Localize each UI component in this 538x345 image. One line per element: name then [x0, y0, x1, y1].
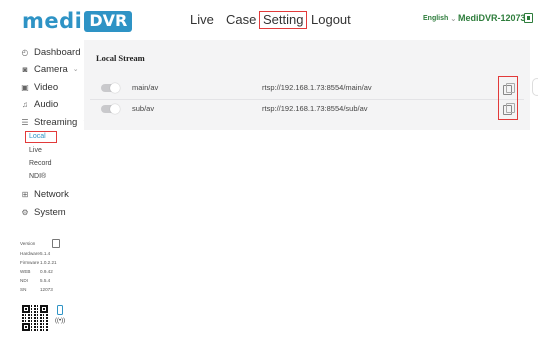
copy-icon[interactable] — [503, 83, 515, 95]
info-label: WEB — [20, 269, 31, 274]
info-value: 0.9.42 — [40, 269, 53, 274]
nav-case[interactable]: Case — [226, 11, 256, 29]
network-icon: ⊞ — [21, 189, 29, 199]
sidebar-item-streaming[interactable]: ☰ Streaming ⌃ — [20, 115, 88, 129]
sidebar-subitem-ndi[interactable]: NDI® — [29, 172, 46, 182]
local-stream-panel: Local Stream main/av rtsp://192.168.1.73… — [84, 40, 530, 130]
camera-icon: ◙ — [22, 64, 28, 74]
qr-corner — [22, 305, 30, 313]
sidebar-subitem-record[interactable]: Record — [29, 159, 52, 169]
top-bar: medi DVR Live Case Setting Logout Englis… — [0, 0, 538, 40]
chevron-down-icon[interactable]: ⌄ — [450, 14, 457, 23]
copy-icon[interactable] — [52, 239, 60, 248]
sidebar-item-label: Network — [34, 188, 69, 200]
sidebar-item-video[interactable]: ▣ Video — [20, 80, 58, 94]
info-label: Firmware — [20, 260, 40, 265]
stream-toggle[interactable] — [101, 104, 120, 114]
nav-live[interactable]: Live — [190, 11, 214, 29]
copy-highlight — [498, 76, 518, 120]
sidebar-item-label: Video — [34, 81, 59, 93]
qr-code-icon — [22, 305, 48, 331]
wireless-icon[interactable]: ((•)) — [55, 318, 65, 324]
stream-url: rtsp://192.168.1.73:8554/main/av — [262, 83, 372, 92]
stream-row: sub/av rtsp://192.168.1.73:8554/sub/av — [84, 100, 530, 120]
info-label: Hardware — [20, 251, 40, 256]
sidebar-item-camera[interactable]: ◙ Camera ⌄ — [20, 62, 79, 76]
sidebar-subitem-live[interactable]: Live — [29, 146, 42, 156]
sidebar-item-audio[interactable]: ♫ Audio — [20, 97, 58, 111]
sidebar: ◴ Dashboard ◙ Camera ⌄ ▣ Video ♫ Audio ☰… — [0, 40, 88, 345]
dashboard-icon: ◴ — [21, 47, 29, 57]
language-select[interactable]: English — [423, 15, 448, 22]
sidebar-item-system[interactable]: ⚙ System — [20, 205, 66, 219]
info-value: 12073 — [40, 287, 53, 292]
sidebar-item-network[interactable]: ⊞ Network — [20, 187, 69, 201]
nav-logout[interactable]: Logout — [311, 11, 351, 29]
info-label: Version — [20, 241, 36, 246]
sidebar-item-label: Streaming — [34, 116, 78, 128]
chevron-down-icon: ⌄ — [72, 66, 79, 73]
stream-name: sub/av — [132, 104, 155, 113]
qr-corner — [22, 323, 30, 331]
stream-row: main/av rtsp://192.168.1.73:8554/main/av — [84, 79, 530, 100]
sidebar-item-label: Dashboard — [34, 46, 81, 58]
scroll-handle[interactable] — [532, 78, 538, 96]
audio-icon: ♫ — [22, 99, 28, 109]
phone-icon[interactable] — [57, 305, 63, 315]
nav-setting[interactable]: Setting — [259, 11, 308, 29]
device-status-icon[interactable] — [524, 13, 533, 23]
sidebar-item-dashboard[interactable]: ◴ Dashboard — [20, 45, 81, 59]
info-label: SN — [20, 287, 27, 292]
sidebar-item-label: Audio — [34, 98, 59, 110]
info-label: NDI — [20, 278, 28, 283]
sidebar-item-label: System — [34, 206, 66, 218]
medidvr-logo[interactable]: medi DVR — [22, 9, 133, 33]
device-name: MediDVR-12073 — [458, 13, 526, 23]
info-value: 5.5.4 — [40, 278, 51, 283]
info-value: 1.0.2.21 — [40, 260, 57, 265]
system-icon: ⚙ — [21, 207, 29, 217]
video-icon: ▣ — [21, 82, 29, 92]
sidebar-item-label: Camera — [34, 63, 68, 75]
streaming-icon: ☰ — [21, 117, 29, 127]
stream-toggle[interactable] — [101, 83, 120, 93]
section-title: Local Stream — [96, 53, 145, 63]
qr-corner — [40, 305, 48, 313]
logo-text: medi — [22, 9, 83, 33]
info-value: 5.1.4 — [40, 251, 51, 256]
copy-icon[interactable] — [503, 103, 515, 115]
stream-name: main/av — [132, 83, 159, 92]
sidebar-subitem-local[interactable]: Local — [25, 131, 57, 143]
stream-url: rtsp://192.168.1.73:8554/sub/av — [262, 104, 368, 113]
logo-box-text: DVR — [84, 10, 133, 32]
